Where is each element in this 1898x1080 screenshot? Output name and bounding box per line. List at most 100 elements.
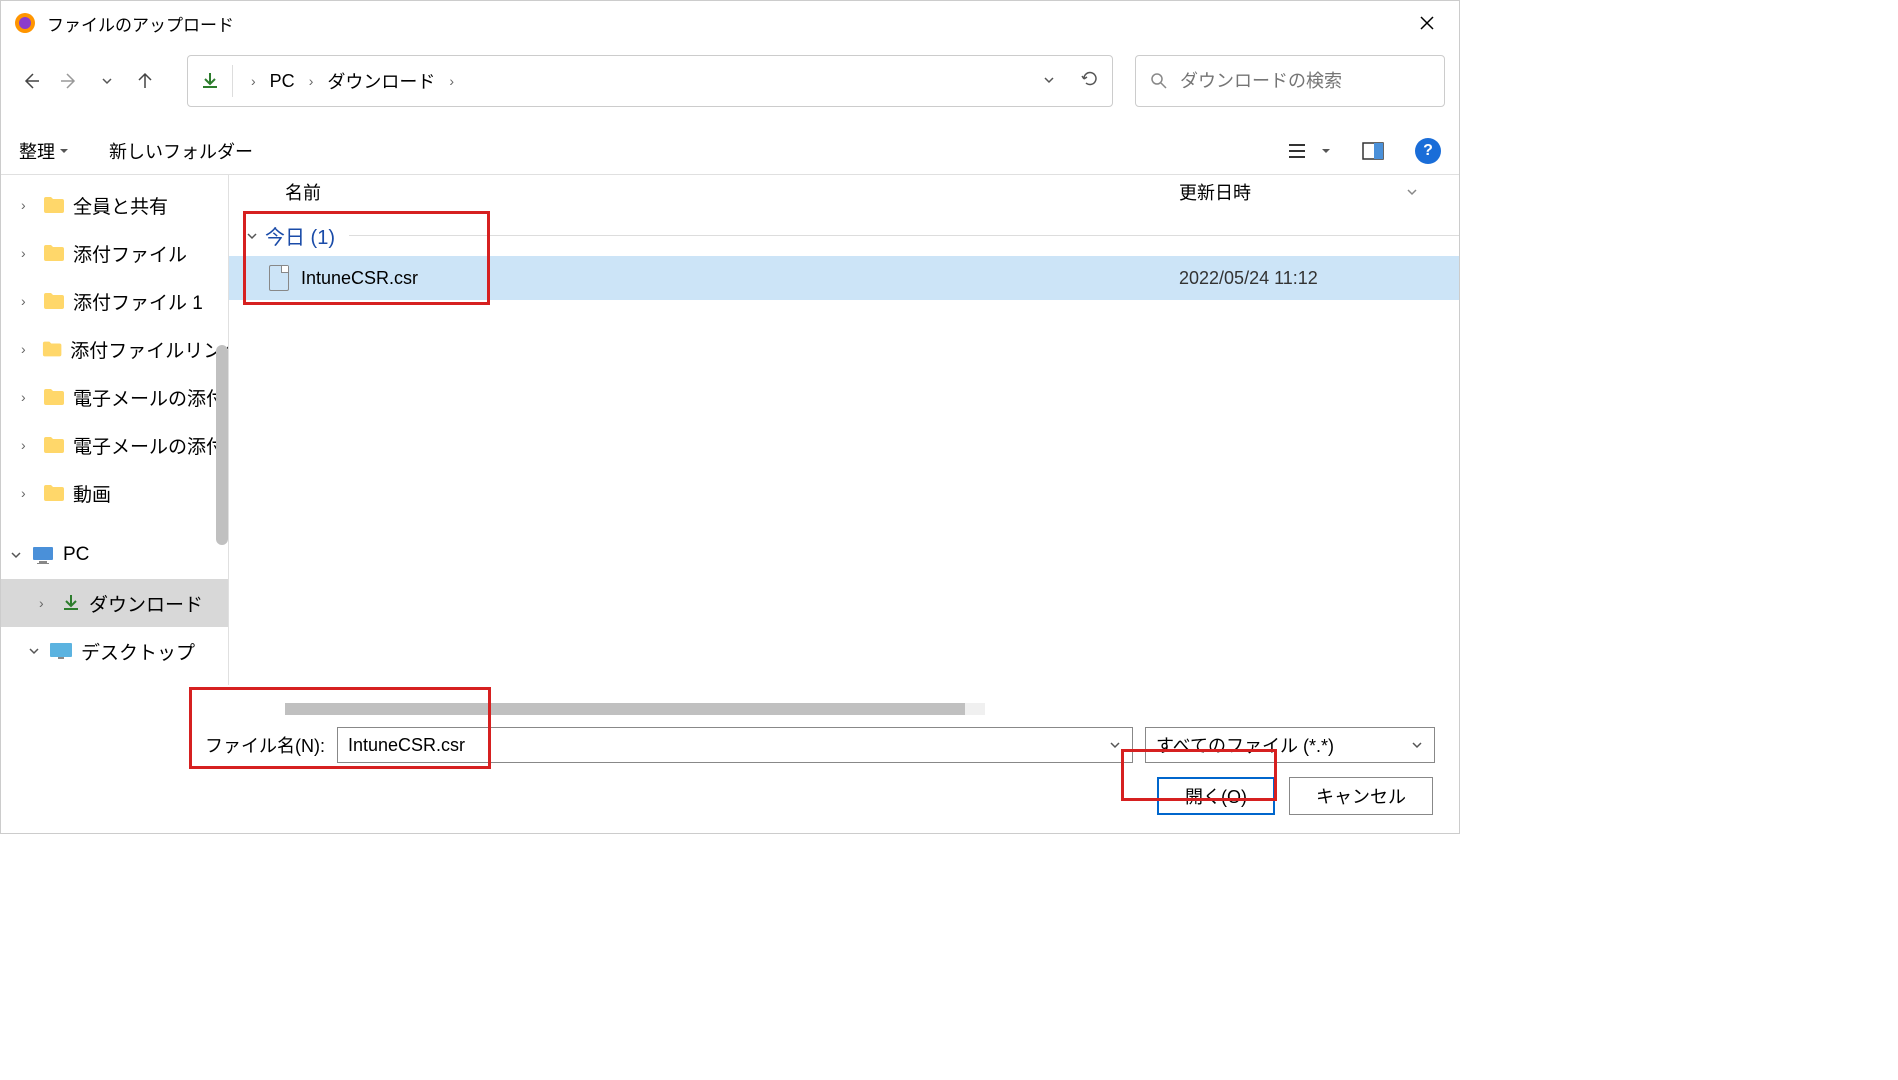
sidebar: › 全員と共有 › 添付ファイル › 添付ファイル 1 › 添付ファイルリンク … [1, 175, 229, 685]
column-date[interactable]: 更新日時 [1179, 179, 1459, 205]
download-icon [61, 593, 81, 613]
chevron-right-icon: › [21, 341, 34, 357]
column-date-label: 更新日時 [1179, 179, 1251, 205]
new-folder-label: 新しいフォルダー [109, 138, 253, 164]
chevron-right-icon: › [21, 245, 35, 261]
sidebar-item[interactable]: › 動画 [1, 469, 228, 517]
sidebar-item-label: 添付ファイル 1 [73, 288, 203, 315]
open-button[interactable]: 開く(O) [1157, 777, 1275, 815]
filetype-value: すべてのファイル (*.*) [1156, 732, 1334, 758]
chevron-right-icon: › [21, 197, 35, 213]
sidebar-item[interactable]: › 添付ファイル 1 [1, 277, 228, 325]
chevron-right-icon: › [21, 485, 35, 501]
preview-pane-button[interactable] [1359, 137, 1387, 165]
sidebar-item-label: 電子メールの添付 [73, 432, 225, 459]
preview-icon [1362, 142, 1384, 160]
filename-label: ファイル名(N): [25, 732, 325, 758]
recent-dropdown[interactable] [91, 65, 123, 97]
close-button[interactable] [1407, 7, 1447, 39]
file-row[interactable]: IntuneCSR.csr 2022/05/24 11:12 [229, 256, 1459, 300]
filetype-select[interactable]: すべてのファイル (*.*) [1145, 727, 1435, 763]
chevron-down-icon [9, 548, 23, 562]
cancel-button[interactable]: キャンセル [1289, 777, 1433, 815]
forward-button[interactable] [53, 65, 85, 97]
chevron-down-icon[interactable] [1321, 146, 1331, 156]
close-icon [1419, 15, 1435, 31]
horizontal-scrollbar[interactable] [285, 703, 985, 715]
desktop-icon [49, 642, 73, 660]
chevron-right-icon: › [21, 437, 35, 453]
download-icon [200, 71, 220, 91]
sidebar-item-label: 電子メールの添付 [73, 384, 225, 411]
sidebar-item-label: ダウンロード [89, 590, 203, 617]
sidebar-item-desktop[interactable]: デスクトップ [1, 627, 228, 675]
group-divider [349, 235, 1459, 236]
file-group-label: 今日 (1) [265, 221, 335, 250]
chevron-down-icon [1405, 185, 1419, 199]
sidebar-item-downloads[interactable]: › ダウンロード [1, 579, 228, 627]
search-icon [1150, 72, 1168, 90]
breadcrumb-bar[interactable]: › PC › ダウンロード › [187, 55, 1113, 107]
sidebar-item[interactable]: › 電子メールの添付 [1, 421, 228, 469]
folder-icon [43, 244, 65, 262]
filename-value: IntuneCSR.csr [348, 735, 465, 756]
chevron-right-icon: › [39, 595, 53, 611]
breadcrumb-dropdown[interactable] [1042, 71, 1056, 92]
breadcrumb-pc[interactable]: PC [270, 71, 295, 92]
list-icon [1287, 142, 1307, 160]
column-name[interactable]: 名前 [229, 179, 1179, 205]
pc-icon [31, 545, 55, 565]
chevron-right-icon: › [309, 73, 314, 89]
new-folder-button[interactable]: 新しいフォルダー [109, 138, 253, 164]
sidebar-item-pc[interactable]: PC [1, 531, 228, 579]
breadcrumb-downloads[interactable]: ダウンロード [327, 68, 435, 94]
file-name: IntuneCSR.csr [301, 268, 418, 289]
folder-icon [42, 340, 62, 358]
help-button[interactable]: ? [1415, 138, 1441, 164]
view-mode-button[interactable] [1283, 137, 1311, 165]
chevron-down-icon [59, 146, 69, 156]
bottom-panel: ファイル名(N): IntuneCSR.csr すべてのファイル (*.*) 開… [1, 685, 1459, 833]
sidebar-item-label: 添付ファイル [73, 240, 187, 267]
folder-icon [43, 484, 65, 502]
scrollbar-thumb[interactable] [285, 703, 965, 715]
file-list: 名前 更新日時 今日 (1) IntuneCSR.csr 2022/05/24 … [229, 175, 1459, 685]
refresh-icon [1080, 69, 1100, 89]
sidebar-item[interactable]: › 添付ファイルリンク [1, 325, 228, 373]
search-input[interactable] [1180, 71, 1430, 92]
sidebar-item-label: 添付ファイルリンク [70, 336, 228, 363]
sidebar-item-label: 全員と共有 [73, 192, 168, 219]
sidebar-item-label: 動画 [73, 480, 111, 507]
file-upload-dialog: ファイルのアップロード › PC › ダウンロード › 整理 [0, 0, 1460, 834]
arrow-up-icon [135, 71, 155, 91]
search-box[interactable] [1135, 55, 1445, 107]
file-date: 2022/05/24 11:12 [1179, 268, 1459, 289]
chevron-down-icon [1042, 73, 1056, 87]
chevron-down-icon [1108, 738, 1122, 752]
sidebar-scrollbar[interactable] [216, 345, 228, 545]
folder-icon [43, 436, 65, 454]
sidebar-item[interactable]: › 全員と共有 [1, 181, 228, 229]
dialog-title: ファイルのアップロード [47, 11, 234, 36]
up-button[interactable] [129, 65, 161, 97]
file-group-header[interactable]: 今日 (1) [229, 215, 1459, 256]
arrow-right-icon [59, 71, 79, 91]
chevron-right-icon: › [21, 293, 35, 309]
toolbar: 整理 新しいフォルダー ? [1, 127, 1459, 175]
arrow-left-icon [21, 71, 41, 91]
organize-menu[interactable]: 整理 [19, 138, 69, 164]
back-button[interactable] [15, 65, 47, 97]
folder-icon [43, 196, 65, 214]
chevron-down-icon [245, 229, 259, 243]
firefox-icon [13, 11, 37, 35]
chevron-right-icon: › [251, 73, 256, 89]
filename-input[interactable]: IntuneCSR.csr [337, 727, 1133, 763]
titlebar: ファイルのアップロード [1, 1, 1459, 45]
sidebar-item[interactable]: › 添付ファイル [1, 229, 228, 277]
breadcrumb-separator [232, 65, 233, 97]
folder-icon [43, 388, 65, 406]
sidebar-item[interactable]: › 電子メールの添付 [1, 373, 228, 421]
file-icon [269, 265, 289, 291]
sidebar-item-label: PC [63, 544, 89, 566]
refresh-button[interactable] [1080, 69, 1100, 94]
